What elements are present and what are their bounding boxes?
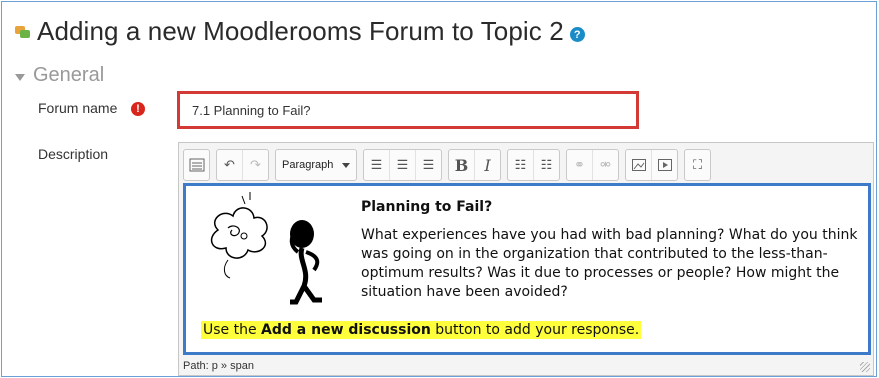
caret-down-icon: [15, 73, 25, 81]
page-title: Adding a new Moodlerooms Forum to Topic …: [37, 16, 564, 46]
numbered-list-icon[interactable]: ☷: [534, 150, 559, 180]
align-center-icon[interactable]: ☰: [390, 150, 416, 180]
bold-icon[interactable]: B: [449, 150, 475, 180]
link-icon[interactable]: ⚭: [567, 150, 593, 180]
fullscreen-icon[interactable]: ⛶: [685, 150, 710, 180]
chevron-down-icon: [342, 162, 350, 168]
resize-handle-icon[interactable]: [860, 362, 870, 372]
forum-name-input[interactable]: [180, 94, 636, 126]
description-label: Description: [38, 146, 109, 162]
undo-icon[interactable]: ↶: [217, 150, 243, 180]
toggle-toolbar-icon[interactable]: [184, 150, 209, 180]
description-editor: ↶ ↷ Paragraph ☰ ☰ ☰ B I ☷ ☷ ⚭ ⚮ ⛶ Planni…: [178, 142, 874, 376]
forum-icon: [15, 24, 31, 40]
editor-content[interactable]: Planning to Fail? What experiences have …: [183, 183, 871, 355]
content-instruction: Use the Add a new discussion button to a…: [201, 321, 642, 339]
content-body: What experiences have you had with bad p…: [361, 227, 858, 300]
redo-icon[interactable]: ↷: [243, 150, 268, 180]
content-heading: Planning to Fail?: [361, 199, 493, 215]
format-select[interactable]: Paragraph: [276, 150, 356, 180]
section-general-toggle[interactable]: General: [15, 64, 104, 87]
bullet-list-icon[interactable]: ☷: [508, 150, 534, 180]
align-left-icon[interactable]: ☰: [364, 150, 390, 180]
unlink-icon[interactable]: ⚮: [593, 150, 618, 180]
forum-name-input-wrapper: [177, 91, 639, 129]
align-right-icon[interactable]: ☰: [416, 150, 441, 180]
image-icon[interactable]: [626, 150, 652, 180]
page-header: Adding a new Moodlerooms Forum to Topic …: [15, 16, 585, 47]
forum-name-label: Forum name: [38, 100, 118, 116]
page-frame: Adding a new Moodlerooms Forum to Topic …: [1, 1, 877, 377]
editor-path: Path: p » span: [183, 360, 254, 372]
editor-toolbar: ↶ ↷ Paragraph ☰ ☰ ☰ B I ☷ ☷ ⚭ ⚮ ⛶: [183, 147, 717, 183]
section-title: General: [33, 64, 105, 86]
question-circle-icon[interactable]: ?: [569, 27, 585, 42]
italic-icon[interactable]: I: [475, 150, 500, 180]
thinking-figure-clipart: [210, 192, 322, 305]
media-icon[interactable]: [652, 150, 677, 180]
exclamation-circle-icon: !: [131, 102, 145, 116]
